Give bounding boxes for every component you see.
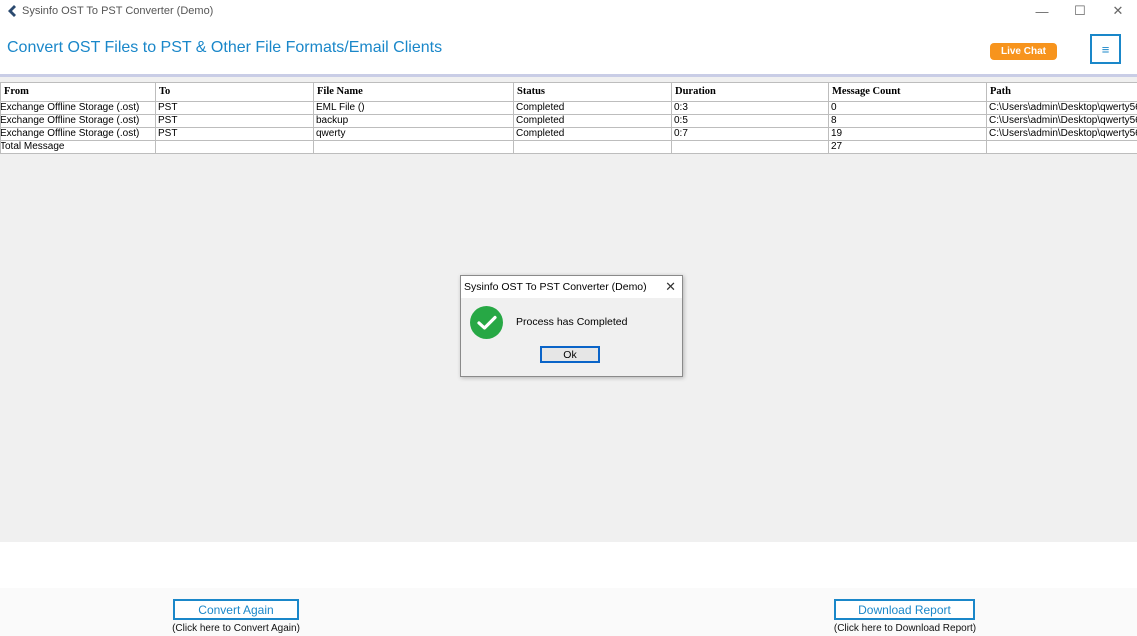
cell-status: Completed <box>513 127 672 141</box>
cell-message-count: 19 <box>828 127 987 141</box>
ok-button[interactable]: Ok <box>540 346 600 363</box>
cell-to: PST <box>155 114 314 128</box>
table-row[interactable]: Exchange Offline Storage (.ost) PST back… <box>0 114 1137 128</box>
minimize-button[interactable]: — <box>1023 0 1061 22</box>
cell-path: C:\Users\admin\Desktop\qwerty5678 <box>986 127 1137 141</box>
column-header-message-count[interactable]: Message Count <box>828 82 987 102</box>
cell-message-count: 0 <box>828 101 987 115</box>
total-cell <box>313 140 514 154</box>
cell-status: Completed <box>513 101 672 115</box>
cell-file-name: backup <box>313 114 514 128</box>
total-row: Total Message 27 <box>0 140 1137 154</box>
dialog-title: Sysinfo OST To PST Converter (Demo) <box>461 276 682 298</box>
total-message-count: 27 <box>828 140 987 154</box>
completion-dialog: Sysinfo OST To PST Converter (Demo) ✕ Pr… <box>460 275 683 377</box>
app-logo-icon <box>8 5 16 17</box>
column-header-path[interactable]: Path <box>986 82 1137 102</box>
cell-from: Exchange Offline Storage (.ost) <box>0 114 156 128</box>
cell-from: Exchange Offline Storage (.ost) <box>0 101 156 115</box>
cell-from: Exchange Offline Storage (.ost) <box>0 127 156 141</box>
cell-message-count: 8 <box>828 114 987 128</box>
page-title: Convert OST Files to PST & Other File Fo… <box>7 39 443 56</box>
total-cell <box>513 140 672 154</box>
cell-path: C:\Users\admin\Desktop\qwerty5678 <box>986 101 1137 115</box>
title-bar: Sysinfo OST To PST Converter (Demo) — ☐ … <box>0 0 1137 22</box>
convert-again-button[interactable]: Convert Again <box>173 599 299 620</box>
results-table: From To File Name Status Duration Messag… <box>0 82 1137 154</box>
dialog-close-icon[interactable]: ✕ <box>665 279 676 295</box>
table-header-row: From To File Name Status Duration Messag… <box>0 82 1137 102</box>
cell-duration: 0:5 <box>671 114 829 128</box>
cell-file-name: EML File () <box>313 101 514 115</box>
cell-path: C:\Users\admin\Desktop\qwerty5678 <box>986 114 1137 128</box>
close-button[interactable]: ✕ <box>1099 0 1137 22</box>
cell-duration: 0:7 <box>671 127 829 141</box>
column-header-from[interactable]: From <box>0 82 156 102</box>
table-row[interactable]: Exchange Offline Storage (.ost) PST EML … <box>0 101 1137 115</box>
live-chat-button[interactable]: Live Chat <box>990 43 1057 60</box>
column-header-duration[interactable]: Duration <box>671 82 829 102</box>
maximize-button[interactable]: ☐ <box>1061 0 1099 22</box>
app-header: Convert OST Files to PST & Other File Fo… <box>0 22 1137 77</box>
checkmark-icon <box>476 315 497 330</box>
download-report-hint: (Click here to Download Report) <box>833 623 977 634</box>
window-title: Sysinfo OST To PST Converter (Demo) <box>22 5 214 17</box>
download-report-button[interactable]: Download Report <box>834 599 975 620</box>
footer: Convert Again (Click here to Convert Aga… <box>0 542 1137 636</box>
hamburger-menu-icon: ≡ <box>1101 41 1110 57</box>
total-cell <box>671 140 829 154</box>
minimize-icon: — <box>1035 3 1049 19</box>
cell-file-name: qwerty <box>313 127 514 141</box>
cell-status: Completed <box>513 114 672 128</box>
maximize-icon: ☐ <box>1074 3 1086 18</box>
total-cell <box>986 140 1137 154</box>
cell-to: PST <box>155 127 314 141</box>
success-check-icon <box>470 306 503 339</box>
column-header-status[interactable]: Status <box>513 82 672 102</box>
close-icon: ✕ <box>1112 3 1124 18</box>
total-label: Total Message <box>0 140 156 154</box>
column-header-to[interactable]: To <box>155 82 314 102</box>
convert-again-hint: (Click here to Convert Again) <box>172 623 300 634</box>
column-header-file-name[interactable]: File Name <box>313 82 514 102</box>
cell-duration: 0:3 <box>671 101 829 115</box>
cell-to: PST <box>155 101 314 115</box>
menu-button[interactable]: ≡ <box>1090 34 1121 64</box>
total-cell <box>155 140 314 154</box>
table-row[interactable]: Exchange Offline Storage (.ost) PST qwer… <box>0 127 1137 141</box>
dialog-message: Process has Completed <box>516 316 628 328</box>
